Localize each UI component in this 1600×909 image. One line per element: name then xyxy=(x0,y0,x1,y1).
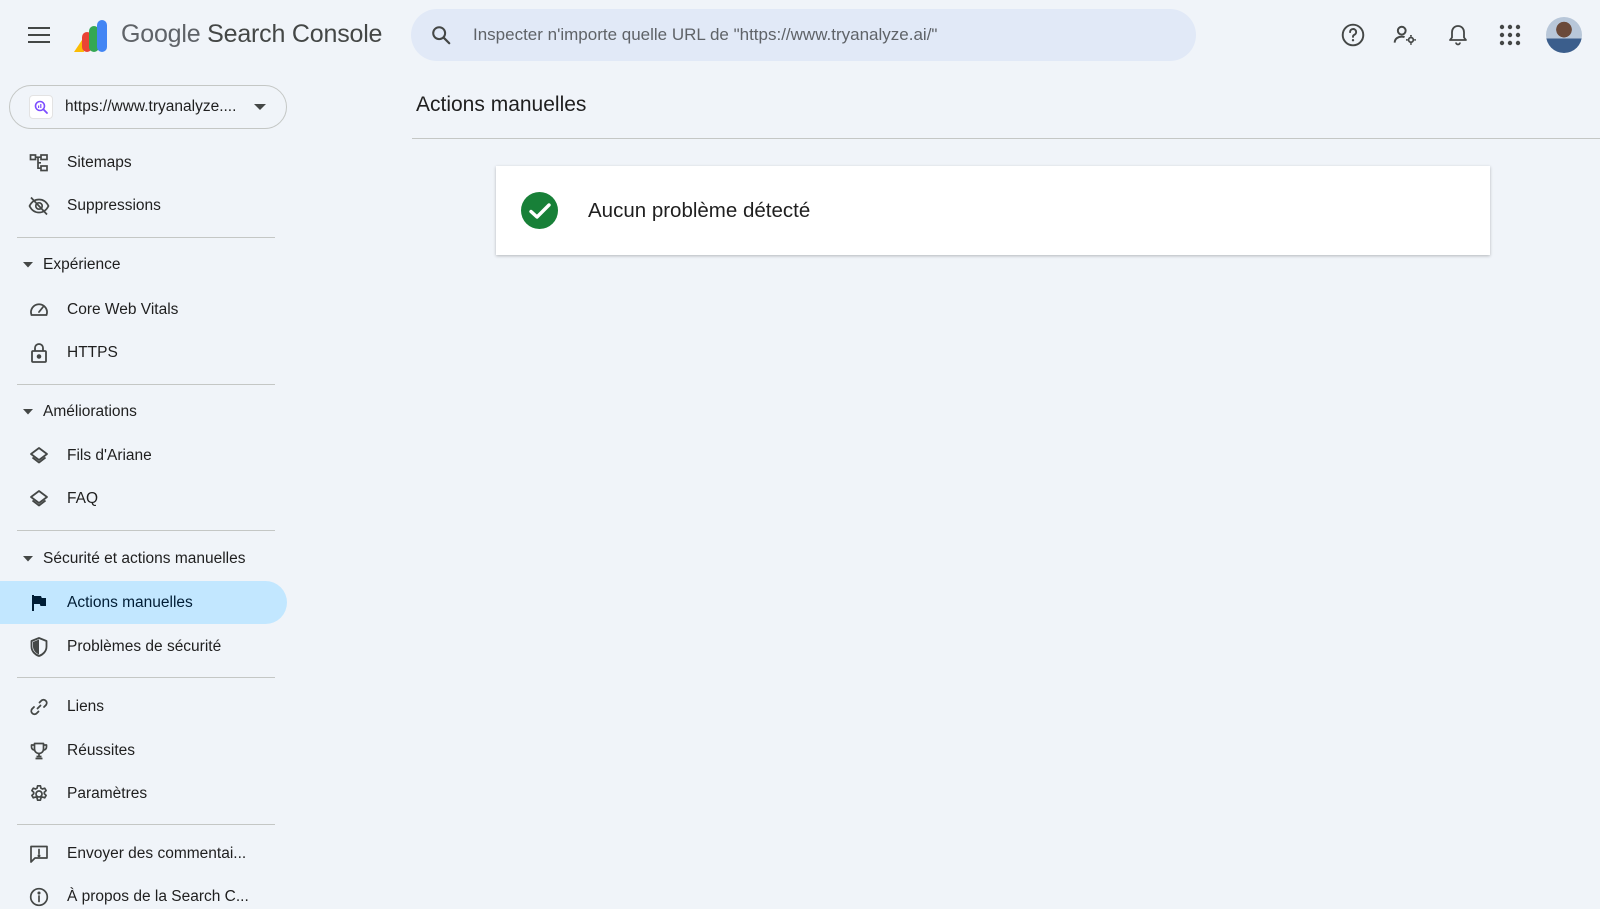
sitemap-icon xyxy=(28,152,50,174)
status-message: Aucun problème détecté xyxy=(588,198,811,222)
help-button[interactable] xyxy=(1338,20,1368,50)
sidebar-divider xyxy=(17,237,275,238)
sidebar-item-suppressions[interactable]: Suppressions xyxy=(0,184,287,227)
visibility-off-icon xyxy=(28,195,50,217)
sidebar-item-breadcrumbs[interactable]: Fils d'Ariane xyxy=(0,434,287,477)
sidebar-item-label: Envoyer des commentai... xyxy=(67,844,247,862)
sidebar-item-label: FAQ xyxy=(67,489,99,507)
manage-users-button[interactable] xyxy=(1390,20,1420,50)
help-icon xyxy=(1341,23,1365,47)
section-security-manual-actions[interactable]: Sécurité et actions manuelles xyxy=(0,541,287,577)
manage-users-icon xyxy=(1393,25,1416,45)
apps-button[interactable] xyxy=(1495,20,1525,50)
apps-icon xyxy=(1499,24,1521,46)
sidebar-item-achievements[interactable]: Réussites xyxy=(0,729,287,772)
sidebar-item-https[interactable]: HTTPS xyxy=(0,331,287,374)
section-enhancements[interactable]: Améliorations xyxy=(0,394,287,430)
property-url: https://www.tryanalyze.... xyxy=(65,98,237,115)
url-inspection-input[interactable] xyxy=(473,25,1173,45)
sidebar-item-label: Fils d'Ariane xyxy=(67,446,152,464)
sidebar-item-label: Sitemaps xyxy=(67,153,132,171)
section-experience[interactable]: Expérience xyxy=(0,247,287,283)
sidebar-divider xyxy=(17,677,275,678)
notifications-icon xyxy=(1449,25,1467,46)
product-name: Google Search Console xyxy=(121,20,382,49)
sidebar-item-label: Core Web Vitals xyxy=(67,300,179,318)
speed-icon xyxy=(28,299,50,321)
search-icon[interactable] xyxy=(429,23,453,47)
search-console-logo-icon[interactable] xyxy=(72,18,112,54)
sidebar-item-label: Suppressions xyxy=(67,196,161,214)
sidebar-item-label: Liens xyxy=(67,697,105,715)
sidebar-item-settings[interactable]: Paramètres xyxy=(0,772,287,815)
sidebar-item-about[interactable]: À propos de la Search C... xyxy=(0,875,287,909)
product-name-google: Google xyxy=(121,20,201,48)
top-app-bar: Google Search Console xyxy=(0,0,1600,70)
notifications-button[interactable] xyxy=(1443,20,1473,50)
sidebar-item-security-issues[interactable]: Problèmes de sécurité xyxy=(0,625,287,668)
feedback-icon xyxy=(28,843,50,865)
sidebar-item-label: À propos de la Search C... xyxy=(67,887,249,905)
title-divider xyxy=(412,138,1600,139)
sidebar-item-manual-actions[interactable]: Actions manuelles xyxy=(0,581,287,624)
product-name-suffix: Search Console xyxy=(207,20,383,48)
sidebar-divider xyxy=(17,384,275,385)
caret-down-icon xyxy=(23,409,33,415)
section-title: Expérience xyxy=(43,256,121,273)
caret-down-icon xyxy=(23,262,33,268)
gear-icon xyxy=(28,783,50,805)
sidebar-item-faq[interactable]: FAQ xyxy=(0,477,287,520)
section-title: Sécurité et actions manuelles xyxy=(43,550,246,567)
page-title: Actions manuelles xyxy=(416,93,587,116)
sidebar-item-label: Paramètres xyxy=(67,784,148,802)
sidebar-item-core-web-vitals[interactable]: Core Web Vitals xyxy=(0,288,287,331)
url-inspection-search[interactable] xyxy=(411,9,1196,61)
sidebar-divider xyxy=(17,530,275,531)
sidebar-item-links[interactable]: Liens xyxy=(0,685,287,728)
menu-icon xyxy=(28,27,50,43)
property-selector[interactable]: https://www.tryanalyze.... xyxy=(9,85,287,129)
sidebar-item-sitemaps[interactable]: Sitemaps xyxy=(0,141,287,184)
link-icon xyxy=(28,696,50,718)
main-menu-button[interactable] xyxy=(23,20,55,50)
sidebar-item-label: Problèmes de sécurité xyxy=(67,637,222,655)
section-title: Améliorations xyxy=(43,403,137,420)
shield-icon xyxy=(28,636,50,658)
chevron-down-icon xyxy=(254,104,266,110)
property-favicon-icon xyxy=(29,95,53,119)
account-avatar[interactable] xyxy=(1546,17,1582,53)
lock-icon xyxy=(28,342,50,364)
layers-icon xyxy=(28,445,50,467)
flag-icon xyxy=(28,592,50,614)
layers-icon xyxy=(28,488,50,510)
trophy-icon xyxy=(28,740,50,762)
sidebar-divider xyxy=(17,824,275,825)
check-circle-icon xyxy=(521,192,558,229)
manual-actions-status-card: Aucun problème détecté xyxy=(496,166,1490,255)
info-icon xyxy=(28,886,50,908)
sidebar-item-label: HTTPS xyxy=(67,343,118,361)
sidebar-item-label: Réussites xyxy=(67,741,136,759)
sidebar-item-label: Actions manuelles xyxy=(67,593,193,611)
sidebar-item-send-feedback[interactable]: Envoyer des commentai... xyxy=(0,832,287,875)
caret-down-icon xyxy=(23,556,33,562)
